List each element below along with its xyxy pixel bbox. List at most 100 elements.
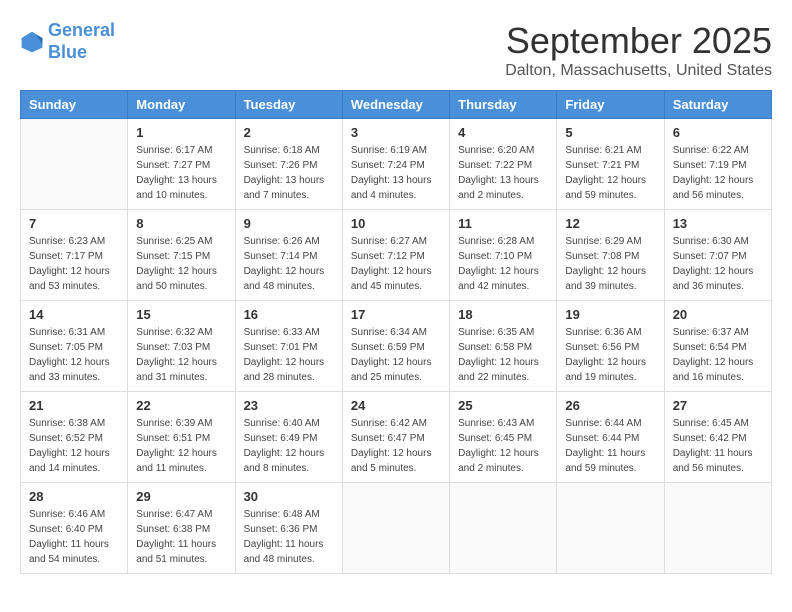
calendar-cell: 27Sunrise: 6:45 AM Sunset: 6:42 PM Dayli…	[664, 392, 771, 483]
calendar-cell: 18 Sunrise: 6:35 AM Sunset: 6:58 PM Dayli…	[450, 301, 557, 392]
calendar-cell: 8 Sunrise: 6:25 AM Sunset: 7:15 PM Daylig…	[128, 210, 235, 301]
calendar-cell: 24 Sunrise: 6:42 AM Sunset: 6:47 PM Dayli…	[342, 392, 449, 483]
day-info: Sunrise: 6:36 AM Sunset: 6:56 PM Dayligh…	[565, 325, 655, 385]
calendar-cell: 19 Sunrise: 6:36 AM Sunset: 6:56 PM Dayli…	[557, 301, 664, 392]
calendar-cell: 20 Sunrise: 6:37 AM Sunset: 6:54 PM Dayli…	[664, 301, 771, 392]
calendar-cell: 10Sunrise: 6:27 AM Sunset: 7:12 PM Dayli…	[342, 210, 449, 301]
day-number: 11	[458, 216, 548, 231]
day-info: Sunrise: 6:29 AM Sunset: 7:08 PM Dayligh…	[565, 234, 655, 294]
calendar-cell: 7 Sunrise: 6:23 AM Sunset: 7:17 PM Daylig…	[21, 210, 128, 301]
day-info: Sunrise: 6:47 AM Sunset: 6:38 PM Dayligh…	[136, 507, 226, 567]
day-number: 21	[29, 398, 119, 413]
day-number: 12	[565, 216, 655, 231]
day-info: Sunrise: 6:17 AM Sunset: 7:27 PM Dayligh…	[136, 143, 226, 203]
logo: General Blue	[20, 20, 115, 63]
day-info: Sunrise: 6:39 AM Sunset: 6:51 PM Dayligh…	[136, 416, 226, 476]
day-info: Sunrise: 6:38 AM Sunset: 6:52 PM Dayligh…	[29, 416, 119, 476]
day-number: 26	[565, 398, 655, 413]
day-info: Sunrise: 6:26 AM Sunset: 7:14 PM Dayligh…	[244, 234, 334, 294]
day-number: 6	[673, 125, 763, 140]
day-info: Sunrise: 6:43 AM Sunset: 6:45 PM Dayligh…	[458, 416, 548, 476]
day-info: Sunrise: 6:32 AM Sunset: 7:03 PM Dayligh…	[136, 325, 226, 385]
calendar-week-row: 28 Sunrise: 6:46 AM Sunset: 6:40 PM Dayli…	[21, 483, 772, 574]
day-info: Sunrise: 6:28 AM Sunset: 7:10 PM Dayligh…	[458, 234, 548, 294]
day-info: Sunrise: 6:35 AM Sunset: 6:58 PM Dayligh…	[458, 325, 548, 385]
calendar-cell: 26 Sunrise: 6:44 AM Sunset: 6:44 PM Dayli…	[557, 392, 664, 483]
day-number: 20	[673, 307, 763, 322]
weekday-header-saturday: Saturday	[664, 91, 771, 119]
calendar-cell: 22Sunrise: 6:39 AM Sunset: 6:51 PM Dayli…	[128, 392, 235, 483]
day-info: Sunrise: 6:44 AM Sunset: 6:44 PM Dayligh…	[565, 416, 655, 476]
day-info: Sunrise: 6:46 AM Sunset: 6:40 PM Dayligh…	[29, 507, 119, 567]
weekday-header-thursday: Thursday	[450, 91, 557, 119]
day-number: 29	[136, 489, 226, 504]
weekday-header-tuesday: Tuesday	[235, 91, 342, 119]
calendar-cell	[342, 483, 449, 574]
calendar-cell: 17 Sunrise: 6:34 AM Sunset: 6:59 PM Dayli…	[342, 301, 449, 392]
title-section: September 2025 Dalton, Massachusetts, Un…	[505, 20, 772, 80]
page-header: General Blue September 2025 Dalton, Mass…	[20, 20, 772, 80]
calendar-cell: 6Sunrise: 6:22 AM Sunset: 7:19 PM Daylig…	[664, 119, 771, 210]
calendar-cell: 11 Sunrise: 6:28 AM Sunset: 7:10 PM Dayli…	[450, 210, 557, 301]
weekday-header-wednesday: Wednesday	[342, 91, 449, 119]
logo-icon	[20, 30, 44, 54]
day-info: Sunrise: 6:19 AM Sunset: 7:24 PM Dayligh…	[351, 143, 441, 203]
day-number: 13	[673, 216, 763, 231]
calendar-cell	[21, 119, 128, 210]
day-info: Sunrise: 6:31 AM Sunset: 7:05 PM Dayligh…	[29, 325, 119, 385]
calendar-cell	[450, 483, 557, 574]
day-info: Sunrise: 6:23 AM Sunset: 7:17 PM Dayligh…	[29, 234, 119, 294]
day-number: 17	[351, 307, 441, 322]
day-number: 3	[351, 125, 441, 140]
day-number: 9	[244, 216, 334, 231]
logo-line2: Blue	[48, 42, 87, 62]
weekday-header-sunday: Sunday	[21, 91, 128, 119]
day-number: 15	[136, 307, 226, 322]
day-number: 4	[458, 125, 548, 140]
day-info: Sunrise: 6:33 AM Sunset: 7:01 PM Dayligh…	[244, 325, 334, 385]
calendar-cell	[664, 483, 771, 574]
calendar-cell: 9 Sunrise: 6:26 AM Sunset: 7:14 PM Daylig…	[235, 210, 342, 301]
calendar-week-row: 1 Sunrise: 6:17 AM Sunset: 7:27 PM Daylig…	[21, 119, 772, 210]
calendar-cell: 30Sunrise: 6:48 AM Sunset: 6:36 PM Dayli…	[235, 483, 342, 574]
calendar-cell: 4 Sunrise: 6:20 AM Sunset: 7:22 PM Daylig…	[450, 119, 557, 210]
calendar-cell: 25 Sunrise: 6:43 AM Sunset: 6:45 PM Dayli…	[450, 392, 557, 483]
day-number: 18	[458, 307, 548, 322]
day-number: 16	[244, 307, 334, 322]
day-info: Sunrise: 6:25 AM Sunset: 7:15 PM Dayligh…	[136, 234, 226, 294]
logo-line1: General	[48, 20, 115, 40]
day-number: 8	[136, 216, 226, 231]
calendar-cell: 2Sunrise: 6:18 AM Sunset: 7:26 PM Daylig…	[235, 119, 342, 210]
calendar-week-row: 14Sunrise: 6:31 AM Sunset: 7:05 PM Dayli…	[21, 301, 772, 392]
day-number: 10	[351, 216, 441, 231]
calendar-cell: 29 Sunrise: 6:47 AM Sunset: 6:38 PM Dayli…	[128, 483, 235, 574]
day-info: Sunrise: 6:48 AM Sunset: 6:36 PM Dayligh…	[244, 507, 334, 567]
calendar-cell: 13 Sunrise: 6:30 AM Sunset: 7:07 PM Dayli…	[664, 210, 771, 301]
day-info: Sunrise: 6:42 AM Sunset: 6:47 PM Dayligh…	[351, 416, 441, 476]
calendar-week-row: 21 Sunrise: 6:38 AM Sunset: 6:52 PM Dayli…	[21, 392, 772, 483]
calendar-cell: 12 Sunrise: 6:29 AM Sunset: 7:08 PM Dayli…	[557, 210, 664, 301]
day-info: Sunrise: 6:34 AM Sunset: 6:59 PM Dayligh…	[351, 325, 441, 385]
calendar-cell: 23Sunrise: 6:40 AM Sunset: 6:49 PM Dayli…	[235, 392, 342, 483]
day-info: Sunrise: 6:37 AM Sunset: 6:54 PM Dayligh…	[673, 325, 763, 385]
calendar-cell: 14Sunrise: 6:31 AM Sunset: 7:05 PM Dayli…	[21, 301, 128, 392]
day-number: 27	[673, 398, 763, 413]
calendar-table: SundayMondayTuesdayWednesdayThursdayFrid…	[20, 90, 772, 574]
calendar-cell: 21 Sunrise: 6:38 AM Sunset: 6:52 PM Dayli…	[21, 392, 128, 483]
day-number: 24	[351, 398, 441, 413]
calendar-week-row: 7 Sunrise: 6:23 AM Sunset: 7:17 PM Daylig…	[21, 210, 772, 301]
day-number: 1	[136, 125, 226, 140]
day-number: 7	[29, 216, 119, 231]
day-number: 19	[565, 307, 655, 322]
month-title: September 2025	[505, 20, 772, 62]
calendar-cell: 5Sunrise: 6:21 AM Sunset: 7:21 PM Daylig…	[557, 119, 664, 210]
day-number: 25	[458, 398, 548, 413]
day-number: 5	[565, 125, 655, 140]
weekday-header-monday: Monday	[128, 91, 235, 119]
calendar-cell: 16 Sunrise: 6:33 AM Sunset: 7:01 PM Dayli…	[235, 301, 342, 392]
day-info: Sunrise: 6:20 AM Sunset: 7:22 PM Dayligh…	[458, 143, 548, 203]
calendar-cell: 28 Sunrise: 6:46 AM Sunset: 6:40 PM Dayli…	[21, 483, 128, 574]
day-info: Sunrise: 6:30 AM Sunset: 7:07 PM Dayligh…	[673, 234, 763, 294]
weekday-header-row: SundayMondayTuesdayWednesdayThursdayFrid…	[21, 91, 772, 119]
day-number: 28	[29, 489, 119, 504]
